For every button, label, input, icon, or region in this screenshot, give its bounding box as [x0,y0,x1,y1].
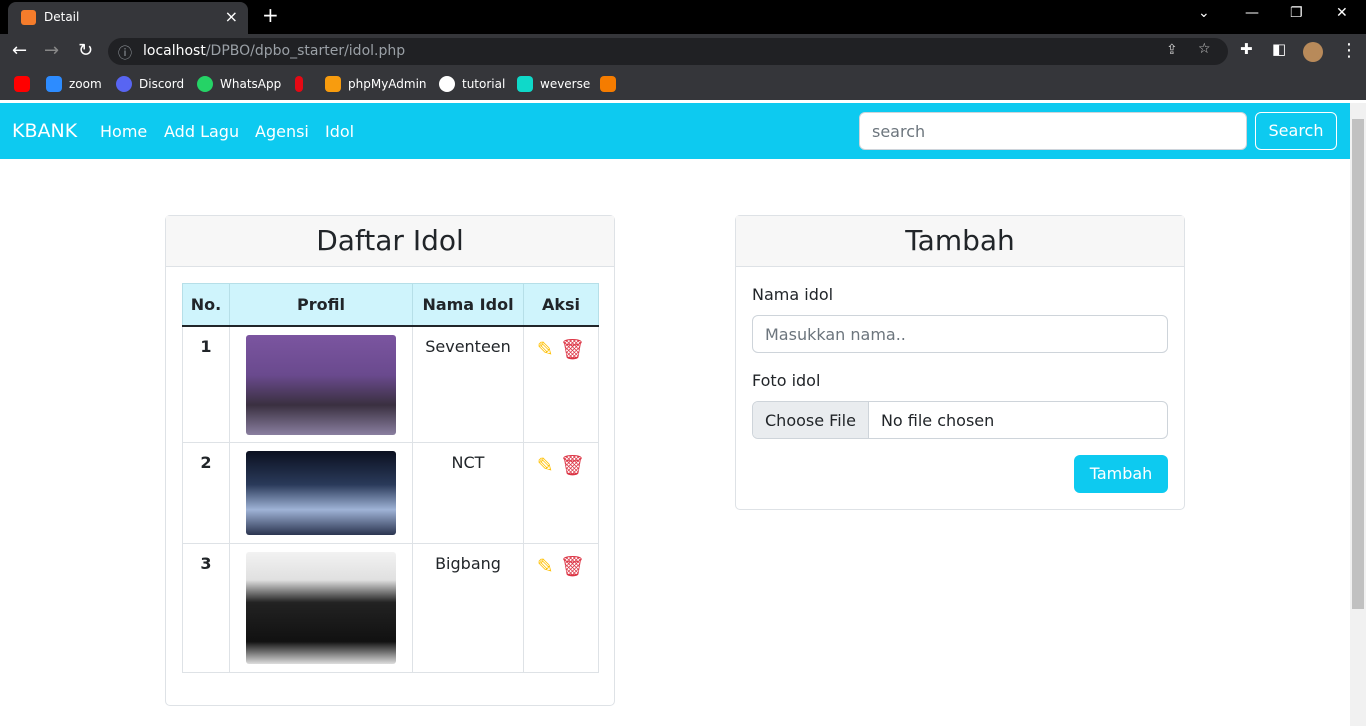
tab-title: Detail [44,10,80,24]
restore-icon[interactable]: ❐ [1290,5,1303,21]
idol-photo [246,334,396,435]
choose-file-button[interactable]: Choose File [753,402,869,438]
bookmark-discord[interactable]: Discord [116,76,184,92]
browser-toolbar: ← → ↻ ⓘ localhost/DPBO/dpbo_starter/idol… [0,34,1366,68]
header-profil: Profil [229,283,413,327]
bookmark-whatsapp[interactable]: WhatsApp [197,76,281,92]
row-no: 2 [200,453,212,472]
url-path: /DPBO/dpbo_starter/idol.php [205,43,406,59]
edit-icon[interactable]: ✎ [537,337,554,361]
window-close-icon[interactable]: ✕ [1336,5,1348,21]
form-title: Tambah [736,216,1184,267]
delete-icon[interactable]: 🗑 [560,337,585,361]
nav-idol[interactable]: Idol [325,122,354,141]
idol-name: Bigbang [412,543,524,673]
nav-add-lagu[interactable]: Add Lagu [164,122,239,141]
search-input[interactable]: search [859,112,1247,150]
url-host: localhost [143,43,206,59]
submit-button[interactable]: Tambah [1074,455,1168,493]
bookmarks-bar: zoom Discord WhatsApp phpMyAdmin tutoria… [0,68,1366,100]
back-icon[interactable]: ← [12,40,27,61]
bookmark-zoom[interactable]: zoom [46,76,102,92]
brand[interactable]: KBANK [12,120,77,142]
name-label: Nama idol [752,285,834,304]
new-tab-icon[interactable]: + [262,3,279,27]
table-row: 3 Bigbang ✎ 🗑 [182,543,599,673]
idol-list-card: Daftar Idol No. Profil Nama Idol Aksi 1 … [165,215,615,706]
extensions-icon[interactable]: ✚ [1240,40,1253,58]
share-icon[interactable]: ⇪ [1166,42,1178,58]
bookmark-tutorial[interactable]: tutorial [439,76,505,92]
bookmark-ok[interactable] [600,76,623,92]
header-no: No. [182,283,230,327]
address-bar[interactable]: ⓘ localhost/DPBO/dpbo_starter/idol.php ⇪… [108,38,1228,65]
nav-agensi[interactable]: Agensi [255,122,309,141]
profile-avatar[interactable] [1303,42,1323,62]
delete-icon[interactable]: 🗑 [560,453,585,477]
browser-tab[interactable]: Detail × [8,2,248,34]
row-no: 1 [200,336,212,356]
idol-name: NCT [412,442,524,544]
bookmark-youtube[interactable] [14,76,37,92]
delete-icon[interactable]: 🗑 [560,554,585,578]
name-input[interactable]: Masukkan nama.. [752,315,1168,353]
forward-icon[interactable]: → [44,40,59,61]
bookmark-phpmyadmin[interactable]: phpMyAdmin [325,76,427,92]
table-row: 1 Seventeen ✎ 🗑 [182,325,599,443]
file-status: No file chosen [880,411,995,430]
bookmark-weverse[interactable]: weverse [517,76,590,92]
table-row: 2 NCT ✎ 🗑 [182,442,599,544]
xampp-icon [21,10,36,25]
edit-icon[interactable]: ✎ [537,554,554,578]
add-idol-card: Tambah Nama idol Masukkan nama.. Foto id… [735,215,1185,510]
minimize-icon[interactable]: — [1245,5,1259,21]
idol-name: Seventeen [412,325,524,443]
list-title: Daftar Idol [166,216,614,267]
navbar: KBANK Home Add Lagu Agensi Idol search S… [0,103,1350,159]
nav-home[interactable]: Home [100,122,147,141]
bookmark-netflix[interactable] [295,76,310,92]
search-button[interactable]: Search [1255,112,1337,150]
idol-photo [246,451,396,535]
side-panel-icon[interactable]: ◧ [1272,40,1286,58]
idol-photo [246,552,396,664]
bookmark-star-icon[interactable]: ☆ [1198,41,1211,57]
close-tab-icon[interactable]: × [225,7,238,26]
tab-search-icon[interactable]: ⌄ [1198,5,1210,21]
header-nama: Nama Idol [412,283,524,327]
scrollbar[interactable] [1350,103,1366,726]
info-icon[interactable]: ⓘ [118,43,132,63]
idol-table: No. Profil Nama Idol Aksi 1 Seventeen ✎ 🗑… [182,283,599,673]
edit-icon[interactable]: ✎ [537,453,554,477]
photo-file-input[interactable]: Choose File No file chosen [752,401,1168,439]
header-aksi: Aksi [523,283,599,327]
reload-icon[interactable]: ↻ [78,40,93,61]
row-no: 3 [200,554,212,573]
photo-label: Foto idol [752,371,821,390]
browser-tab-bar: Detail × + ⌄ — ❐ ✕ [0,0,1366,34]
menu-icon[interactable]: ⋮ [1340,40,1358,61]
